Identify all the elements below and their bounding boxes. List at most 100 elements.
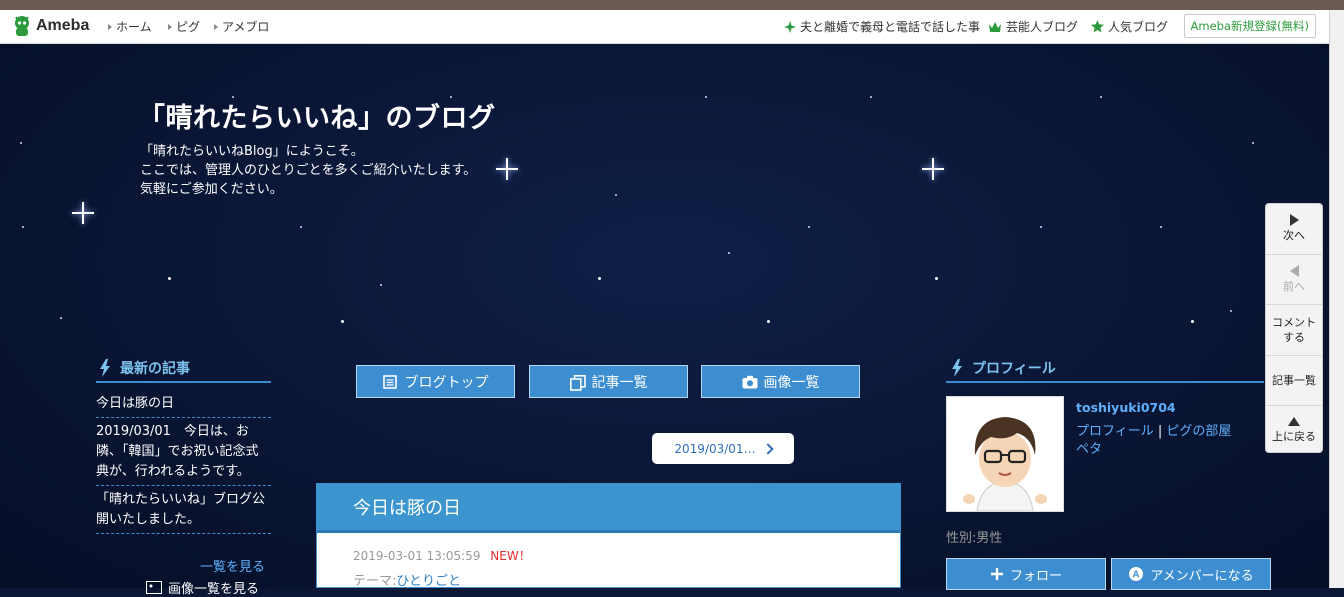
side-pager: 次へ 前へ コメント する 記事一覧 上に戻る <box>1265 203 1323 453</box>
divider <box>946 381 1264 383</box>
article-title[interactable]: 今日は豚の日 <box>317 484 900 533</box>
blog-top-label: ブログトップ <box>404 374 489 391</box>
theme-label: テーマ: <box>353 574 397 588</box>
list-item[interactable]: 2019/03/01 今日は、お隣、「韓国」でお祝い記念式典が、行われるようです… <box>96 418 271 486</box>
peta-link[interactable]: ペタ <box>1076 442 1102 457</box>
latest-posts-heading: 最新の記事 <box>98 358 190 378</box>
browser-chrome-strip <box>0 0 1344 10</box>
crown-icon <box>989 21 1001 32</box>
next-button[interactable]: 次へ <box>1266 204 1322 255</box>
sparkle-star <box>496 158 518 180</box>
register-button[interactable]: Ameba新規登録(無料) <box>1183 14 1316 38</box>
latest-posts-list: 今日は豚の日 2019/03/01 今日は、お隣、「韓国」でお祝い記念式典が、行… <box>96 390 271 534</box>
star <box>767 320 770 323</box>
blog-description-line: 気軽にご参加ください。 <box>140 182 283 197</box>
star <box>1191 320 1194 323</box>
follow-label: フォロー <box>1009 568 1062 584</box>
star <box>728 252 730 254</box>
nav-home-label: ホーム <box>116 20 152 34</box>
new-badge: NEW！ <box>490 549 531 563</box>
popular-blog-label: 人気ブログ <box>1108 20 1169 34</box>
sparkle-star <box>72 202 94 224</box>
prev-label: 前へ <box>1283 279 1305 293</box>
theme-link[interactable]: ひとりごと <box>396 574 461 587</box>
blog-description: 「晴れたらいいねBlog」にようこそ。 ここでは、管理人のひとりごとを多くご紹介… <box>140 142 476 199</box>
blog-description-line: ここでは、管理人のひとりごとを多くご紹介いたします。 <box>140 163 477 178</box>
article-list-label: 記事一覧 <box>591 374 648 391</box>
star <box>870 96 872 98</box>
sparkle-star <box>922 158 944 180</box>
trending-link[interactable]: 夫と離婚で義母と電話で話した事 <box>784 18 980 35</box>
popular-blog-link[interactable]: 人気ブログ <box>1091 18 1168 35</box>
chevron-right-icon <box>761 442 774 455</box>
star <box>1230 310 1232 312</box>
star <box>598 277 601 280</box>
image-list-button-label: 画像一覧 <box>763 374 820 391</box>
bolt-icon <box>98 359 112 377</box>
star <box>300 226 302 228</box>
camera-icon <box>742 375 757 389</box>
star <box>1100 96 1102 98</box>
back-to-top-button[interactable]: 上に戻る <box>1266 406 1322 456</box>
nav-pigg[interactable]: ピグ <box>168 18 200 35</box>
triangle-icon <box>108 23 112 30</box>
date-selector[interactable]: 2019/03/01… <box>652 433 794 464</box>
profile-link[interactable]: プロフィール <box>1076 424 1154 439</box>
bolt-icon <box>950 359 964 377</box>
nav-pigg-label: ピグ <box>176 20 201 34</box>
back-to-top-label: 上に戻る <box>1272 430 1316 444</box>
ameba-logo-icon <box>12 15 32 37</box>
profile-gender: 性別:男性 <box>946 531 1003 546</box>
nav-ameblo-label: アメブロ <box>222 20 270 34</box>
comment-label-line1: コメント <box>1272 315 1316 329</box>
play-icon <box>1289 214 1299 227</box>
date-selector-label: 2019/03/01… <box>674 441 756 456</box>
list-item[interactable]: 「晴れたらいいね」ブログ公開いたしました。 <box>96 486 271 534</box>
see-all-link[interactable]: 一覧を見る <box>200 556 265 575</box>
profile-username[interactable]: toshiyuki0704 <box>1076 400 1176 415</box>
triangle-icon <box>214 23 218 30</box>
profile-avatar[interactable] <box>946 396 1064 512</box>
ameba-logo[interactable]: Ameba <box>12 15 89 37</box>
arrow-up-icon <box>1288 417 1300 427</box>
list-item[interactable]: 今日は豚の日 <box>96 390 271 418</box>
article-meta: 2019-03-01 13:05:59 NEW！ <box>317 533 900 564</box>
star-icon <box>1091 20 1104 33</box>
amember-button[interactable]: A アメンバーになる <box>1111 558 1271 590</box>
pigg-room-link[interactable]: ピグの部屋 <box>1166 424 1231 439</box>
follow-button[interactable]: フォロー <box>946 558 1106 590</box>
divider <box>96 381 271 383</box>
celebrity-blog-link[interactable]: 芸能人ブログ <box>988 18 1078 35</box>
star <box>935 277 938 280</box>
comment-label-line2: する <box>1283 330 1305 344</box>
article-datetime: 2019-03-01 13:05:59 <box>353 549 481 563</box>
blog-top-button[interactable]: ブログトップ <box>356 365 515 398</box>
star <box>615 194 617 196</box>
star <box>20 142 22 144</box>
image-list-button[interactable]: 画像一覧 <box>701 365 860 398</box>
star <box>808 226 810 228</box>
star <box>705 96 707 98</box>
article-theme: テーマ:ひとりごと <box>317 564 900 588</box>
star <box>1040 226 1042 228</box>
nav-home[interactable]: ホーム <box>108 18 152 35</box>
blog-title[interactable]: 「晴れたらいいね」のブログ <box>138 96 496 135</box>
trending-link-label: 夫と離婚で義母と電話で話した事 <box>800 20 981 34</box>
copy-icon <box>569 374 586 391</box>
article-list-button[interactable]: 記事一覧 <box>529 365 688 398</box>
amember-icon: A <box>1129 567 1144 581</box>
ameba-header-bar: Ameba ホーム ピグ アメブロ 夫と離婚で義母と電話で話した事 芸能人ブログ… <box>0 10 1330 44</box>
star <box>1160 226 1162 228</box>
star <box>341 320 344 323</box>
latest-posts-heading-text: 最新の記事 <box>120 361 190 377</box>
article-list-side-button[interactable]: 記事一覧 <box>1266 356 1322 406</box>
profile-heading-text: プロフィール <box>972 361 1056 377</box>
nav-ameblo[interactable]: アメブロ <box>214 18 269 35</box>
separator: | <box>1157 424 1163 439</box>
prev-button[interactable]: 前へ <box>1266 255 1322 305</box>
comment-button[interactable]: コメント する <box>1266 305 1322 356</box>
document-icon <box>382 374 397 389</box>
scrollbar[interactable] <box>1329 10 1344 588</box>
star <box>380 284 382 286</box>
plus-icon <box>990 568 1003 580</box>
